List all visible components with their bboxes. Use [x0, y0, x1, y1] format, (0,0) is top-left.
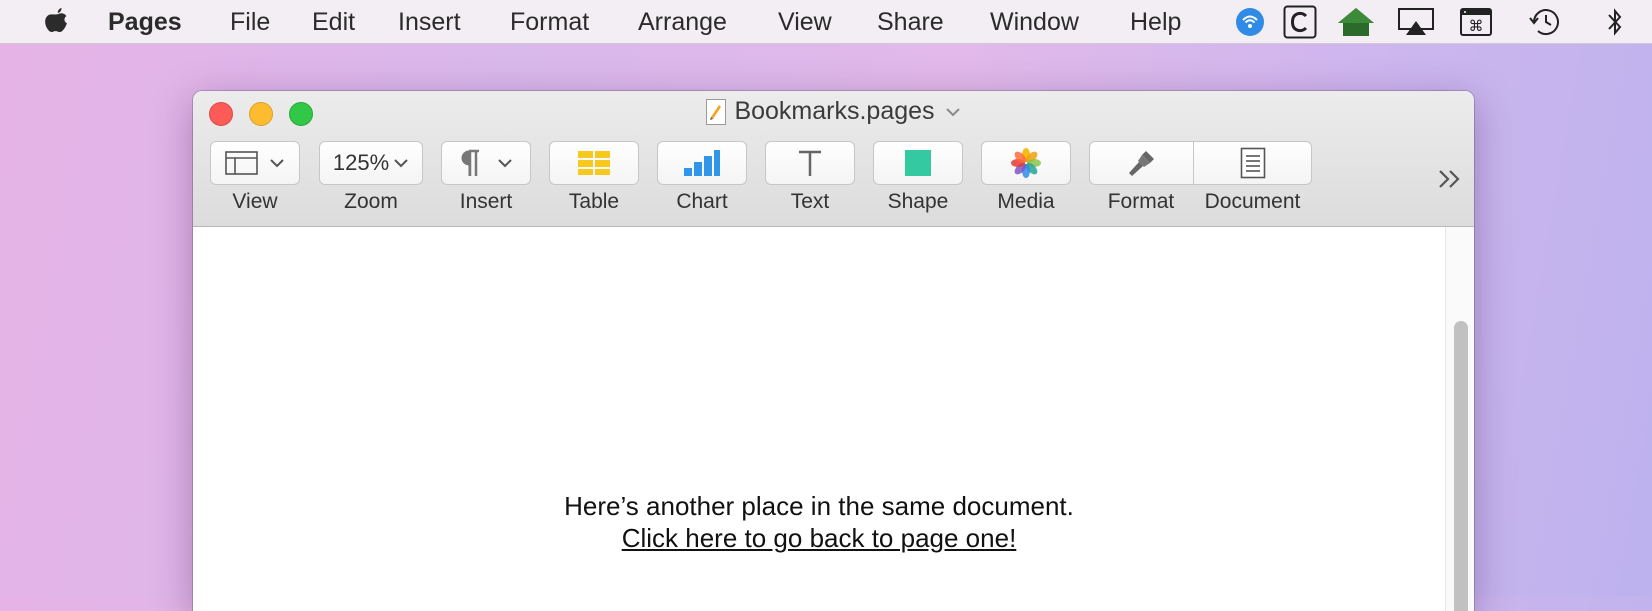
window-title-text: Bookmarks.pages: [734, 97, 935, 125]
photos-flower-icon: [1011, 148, 1041, 178]
chart-icon: [684, 150, 720, 176]
c-app-icon[interactable]: [1282, 4, 1318, 40]
shape-label: Shape: [887, 190, 949, 213]
bookmark-link[interactable]: Click here to go back to page one!: [622, 523, 1017, 553]
menu-view[interactable]: View: [778, 7, 832, 37]
text-box-icon: [799, 150, 821, 176]
vertical-scrollbar[interactable]: [1445, 227, 1474, 611]
chart-button[interactable]: [657, 141, 747, 185]
zoom-value: 125%: [332, 150, 390, 175]
toolbar-overflow-chevron-icon[interactable]: [1437, 167, 1463, 191]
airplay-icon[interactable]: [1396, 4, 1436, 40]
menu-window[interactable]: Window: [990, 7, 1079, 37]
menu-help[interactable]: Help: [1130, 7, 1181, 37]
view-label: View: [232, 190, 278, 213]
text-label: Text: [790, 190, 830, 213]
bookmark-link-line: Click here to go back to page one!: [193, 523, 1445, 554]
window-title[interactable]: Bookmarks.pages: [706, 97, 960, 126]
text-button[interactable]: [765, 141, 855, 185]
chart-label: Chart: [676, 190, 728, 213]
menu-bar: Pages File Edit Insert Format Arrange Vi…: [0, 0, 1652, 44]
media-label: Media: [997, 190, 1055, 213]
format-label: Format: [1107, 190, 1175, 213]
apple-logo-icon[interactable]: [42, 6, 70, 38]
table-button[interactable]: [549, 141, 639, 185]
menu-edit[interactable]: Edit: [312, 7, 355, 37]
document-canvas[interactable]: Here’s another place in the same documen…: [193, 227, 1445, 611]
window-title-area: Bookmarks.pages: [193, 97, 1474, 130]
table-icon: [578, 151, 610, 175]
title-bar[interactable]: Bookmarks.pages View 125% Zoom Insert Ta…: [193, 91, 1474, 227]
zoom-label: Zoom: [344, 190, 398, 213]
document-label: Document: [1204, 190, 1301, 213]
chevron-down-icon: [498, 159, 512, 168]
menu-app-pages[interactable]: Pages: [108, 7, 182, 37]
document-button[interactable]: [1194, 142, 1311, 184]
inspector-button-group: [1089, 141, 1312, 185]
zoom-popup[interactable]: 125%: [319, 141, 423, 185]
menu-file[interactable]: File: [230, 7, 270, 37]
svg-text:⌘: ⌘: [1469, 17, 1484, 35]
bluetooth-icon[interactable]: [1600, 4, 1630, 40]
pages-document-icon: [706, 98, 727, 125]
insert-label: Insert: [459, 190, 513, 213]
sidebar-layout-icon: [225, 151, 258, 175]
paintbrush-icon: [1128, 151, 1154, 176]
menu-arrange[interactable]: Arrange: [638, 7, 727, 37]
table-label: Table: [568, 190, 620, 213]
time-machine-icon[interactable]: [1526, 4, 1564, 40]
menu-insert[interactable]: Insert: [398, 7, 461, 37]
pages-window: Bookmarks.pages View 125% Zoom Insert Ta…: [193, 91, 1474, 611]
wifi-icon[interactable]: [1234, 4, 1266, 40]
paragraph-icon: [461, 149, 479, 176]
document-icon: [1240, 147, 1265, 179]
format-button[interactable]: [1090, 142, 1193, 184]
chevron-down-icon: [394, 159, 408, 168]
command-keyboard-icon[interactable]: ⌘: [1458, 4, 1494, 40]
chevron-down-icon: [270, 159, 284, 168]
insert-button[interactable]: [441, 141, 531, 185]
shape-square-icon: [905, 150, 931, 176]
home-icon[interactable]: [1334, 4, 1378, 40]
media-button[interactable]: [981, 141, 1071, 185]
menu-format[interactable]: Format: [510, 7, 589, 37]
menu-share[interactable]: Share: [877, 7, 944, 37]
view-button[interactable]: [210, 141, 300, 185]
scrollbar-thumb[interactable]: [1454, 321, 1468, 611]
document-text-line: Here’s another place in the same documen…: [564, 491, 1074, 521]
shape-button[interactable]: [873, 141, 963, 185]
chevron-down-icon[interactable]: [945, 107, 961, 117]
